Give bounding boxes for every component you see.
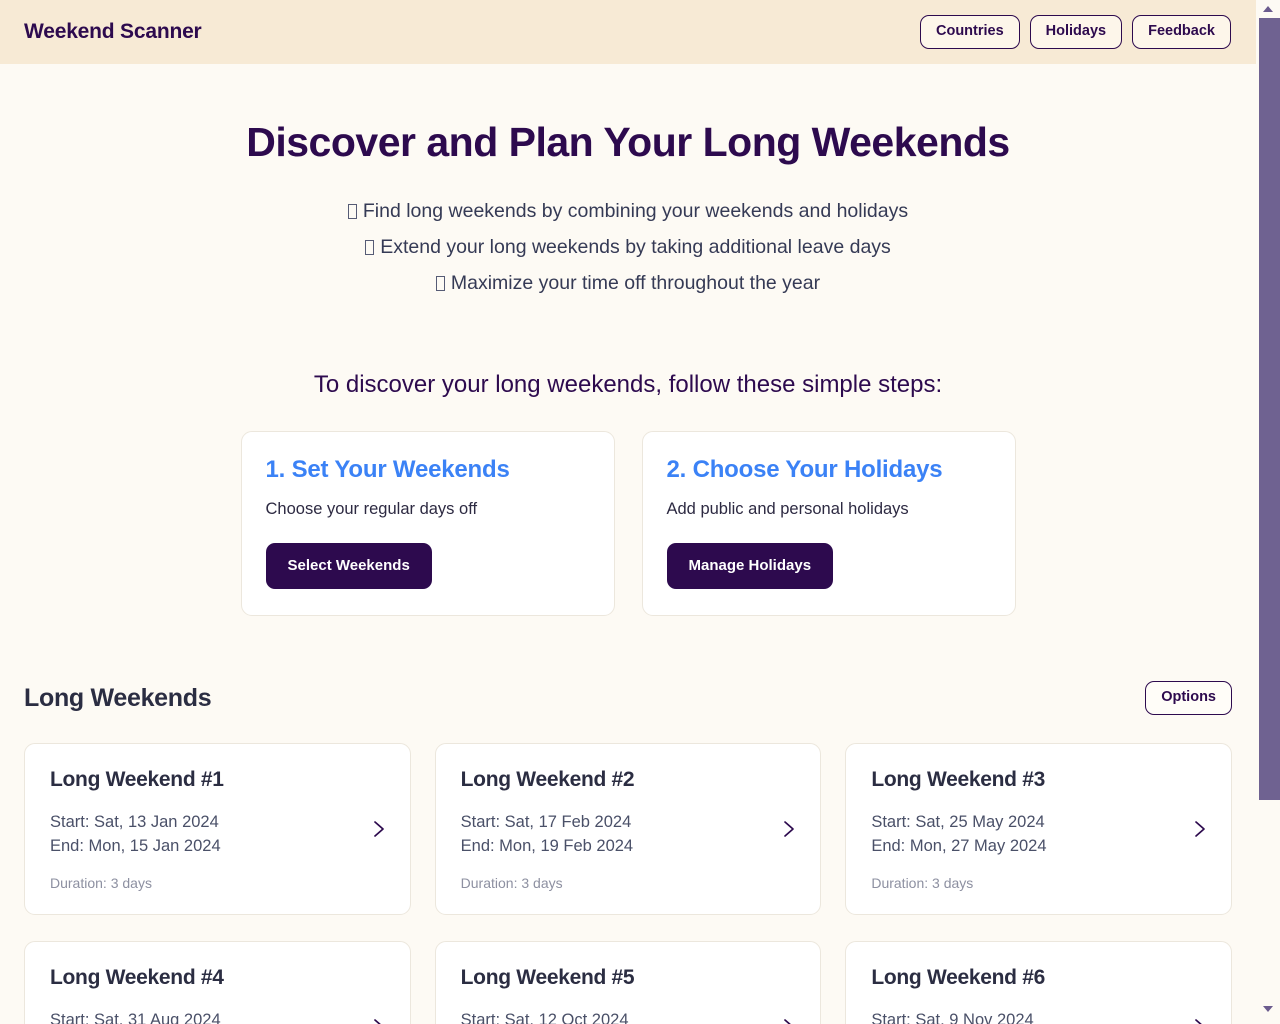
missing-glyph-icon [347, 203, 357, 219]
step-card-title: 1. Set Your Weekends [265, 455, 510, 483]
long-weekends-grid: Long Weekend #1 Start: Sat, 13 Jan 2024 … [24, 743, 1232, 1024]
header-nav: Countries Holidays Feedback [919, 15, 1231, 49]
hero-point-text: Maximize your time off throughout the ye… [450, 271, 821, 294]
step-card-title: 2. Choose Your Holidays [666, 455, 943, 483]
page-title: Discover and Plan Your Long Weekends [246, 119, 1010, 165]
steps-section: To discover your long weekends, follow t… [0, 371, 1256, 617]
long-weekend-duration: Duration: 3 days [460, 875, 563, 892]
hero-point-text: Extend your long weekends by taking addi… [380, 235, 891, 258]
long-weekend-card[interactable]: Long Weekend #6 Start: Sat, 9 Nov 2024 E… [845, 941, 1232, 1024]
long-weekend-start-date: Start: Sat, 12 Oct 2024 [460, 1011, 629, 1024]
chevron-right-icon[interactable] [782, 818, 796, 840]
long-weekend-card-dates: Start: Sat, 25 May 2024 End: Mon, 27 May… [871, 810, 1209, 858]
long-weekend-card-dates: Start: Sat, 9 Nov 2024 End: Mon, 11 Nov … [871, 1008, 1209, 1024]
missing-glyph-icon [365, 239, 375, 255]
nav-feedback-button[interactable]: Feedback [1132, 15, 1231, 49]
long-weekend-duration: Duration: 3 days [50, 875, 152, 892]
long-weekend-end-date: End: Mon, 15 Jan 2024 [50, 837, 221, 856]
hero-section: Discover and Plan Your Long Weekends Fin… [0, 64, 1256, 301]
site-header: Weekend Scanner Countries Holidays Feedb… [0, 0, 1256, 64]
long-weekend-card-dates: Start: Sat, 12 Oct 2024 End: Mon, 14 Oct… [461, 1008, 799, 1024]
long-weekend-start-date: Start: Sat, 13 Jan 2024 [50, 813, 219, 832]
long-weekend-card-title: Long Weekend #4 [50, 966, 224, 990]
long-weekend-card[interactable]: Long Weekend #5 Start: Sat, 12 Oct 2024 … [434, 941, 822, 1024]
select-weekends-button[interactable]: Select Weekends [265, 542, 432, 590]
long-weekend-duration: Duration: 3 days [871, 875, 974, 892]
hero-point: Find long weekends by combining your wee… [0, 193, 1256, 229]
long-weekend-card[interactable]: Long Weekend #3 Start: Sat, 25 May 2024 … [845, 743, 1232, 916]
long-weekends-header: Long Weekends Options [24, 681, 1232, 716]
page-scrollbar[interactable] [1256, 0, 1280, 1024]
long-weekend-card-dates: Start: Sat, 13 Jan 2024 End: Mon, 15 Jan… [50, 810, 388, 858]
long-weekend-card-title: Long Weekend #5 [460, 966, 635, 990]
scrollbar-thumb[interactable] [1259, 18, 1280, 800]
long-weekends-section: Long Weekends Options Long Weekend #1 St… [0, 681, 1256, 1024]
long-weekend-card-dates: Start: Sat, 17 Feb 2024 End: Mon, 19 Feb… [461, 810, 799, 858]
long-weekend-card-title: Long Weekend #1 [50, 768, 224, 792]
chevron-right-icon[interactable] [1193, 818, 1207, 840]
missing-glyph-icon [435, 275, 445, 291]
steps-row: 1. Set Your Weekends Choose your regular… [0, 430, 1256, 617]
step-card-description: Add public and personal holidays [666, 499, 909, 518]
long-weekend-card-dates: Start: Sat, 31 Aug 2024 End: Mon, 2 Sept… [50, 1008, 388, 1024]
long-weekend-card[interactable]: Long Weekend #4 Start: Sat, 31 Aug 2024 … [24, 941, 411, 1024]
long-weekend-start-date: Start: Sat, 25 May 2024 [871, 813, 1045, 832]
step-card-weekends: 1. Set Your Weekends Choose your regular… [240, 430, 615, 617]
page-viewport: Weekend Scanner Countries Holidays Feedb… [0, 0, 1256, 1024]
long-weekend-start-date: Start: Sat, 31 Aug 2024 [50, 1011, 221, 1024]
long-weekend-card-title: Long Weekend #3 [871, 768, 1045, 792]
nav-countries-button[interactable]: Countries [919, 15, 1020, 49]
options-button[interactable]: Options [1145, 681, 1232, 716]
scroll-up-arrow-icon[interactable] [1256, 0, 1280, 18]
long-weekend-card-title: Long Weekend #6 [871, 966, 1045, 990]
brand-title: Weekend Scanner [24, 20, 202, 43]
long-weekend-start-date: Start: Sat, 9 Nov 2024 [871, 1011, 1034, 1024]
long-weekend-card-title: Long Weekend #2 [460, 768, 635, 792]
chevron-right-icon[interactable] [372, 818, 386, 840]
scroll-down-arrow-icon[interactable] [1256, 1000, 1280, 1018]
steps-intro: To discover your long weekends, follow t… [313, 370, 943, 398]
hero-point-text: Find long weekends by combining your wee… [362, 199, 909, 222]
chevron-right-icon[interactable] [782, 1016, 796, 1024]
long-weekends-title: Long Weekends [24, 683, 212, 712]
hero-points-list: Find long weekends by combining your wee… [0, 193, 1256, 301]
hero-point: Extend your long weekends by taking addi… [0, 229, 1256, 265]
hero-point: Maximize your time off throughout the ye… [0, 265, 1256, 301]
long-weekend-card[interactable]: Long Weekend #2 Start: Sat, 17 Feb 2024 … [434, 743, 822, 916]
manage-holidays-button[interactable]: Manage Holidays [666, 542, 834, 590]
chevron-right-icon[interactable] [1193, 1016, 1207, 1024]
long-weekend-end-date: End: Mon, 19 Feb 2024 [460, 837, 634, 856]
chevron-right-icon[interactable] [372, 1016, 386, 1024]
step-card-description: Choose your regular days off [265, 499, 478, 518]
long-weekend-card[interactable]: Long Weekend #1 Start: Sat, 13 Jan 2024 … [24, 743, 411, 916]
nav-holidays-button[interactable]: Holidays [1029, 15, 1123, 49]
long-weekend-start-date: Start: Sat, 17 Feb 2024 [460, 813, 632, 832]
step-card-holidays: 2. Choose Your Holidays Add public and p… [641, 430, 1016, 617]
long-weekend-end-date: End: Mon, 27 May 2024 [871, 837, 1047, 856]
